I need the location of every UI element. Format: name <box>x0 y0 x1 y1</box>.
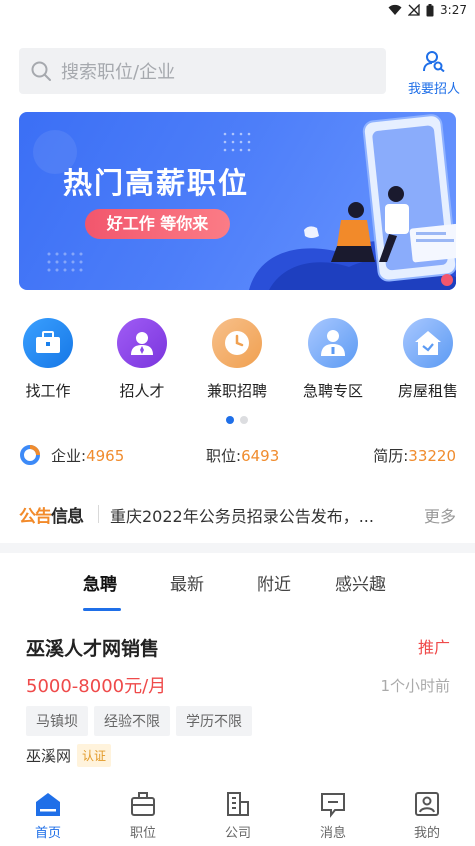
notice-divider <box>98 505 99 523</box>
menu-item-housing[interactable]: 房屋租售 <box>388 318 468 401</box>
nav-company[interactable]: 公司 <box>198 790 278 841</box>
nav-label: 职位 <box>129 826 156 841</box>
recruit-button[interactable]: 我要招人 <box>404 50 464 97</box>
nav-label: 公司 <box>224 826 251 841</box>
stat-resumes: 简历:33220 <box>373 445 456 466</box>
job-title: 巫溪人才网销售 <box>26 638 160 660</box>
person-search-icon <box>423 51 445 73</box>
banner-pill: 好工作 等你来 <box>85 209 230 239</box>
notice-more-link[interactable]: 更多 <box>424 503 456 527</box>
job-salary: 5000-8000元/月 <box>26 676 167 697</box>
menu-label: 兼职招聘 <box>206 382 267 400</box>
job-tag: 马镇坝 <box>26 706 88 736</box>
notice-logo-part2: 信息 <box>51 507 84 527</box>
briefcase-icon <box>23 318 73 368</box>
tab-active-indicator <box>83 608 121 611</box>
home-icon <box>36 793 60 816</box>
tab-urgent[interactable]: 急聘 <box>83 570 117 595</box>
stat-company-label: 企业: <box>51 447 87 465</box>
nav-label: 我的 <box>413 826 440 841</box>
person-tie-icon <box>117 318 167 368</box>
nav-messages[interactable]: 消息 <box>293 790 373 841</box>
menu-item-find-job[interactable]: 找工作 <box>8 318 88 401</box>
pager-dot-1[interactable] <box>226 416 234 424</box>
clock-icon <box>212 318 262 368</box>
battery-icon <box>426 3 434 16</box>
promo-banner[interactable]: 热门高薪职位 好工作 等你来 <box>19 112 456 290</box>
search-placeholder: 搜索职位/企业 <box>61 62 176 83</box>
message-icon <box>321 793 345 818</box>
wifi-icon <box>388 4 402 15</box>
tab-interested[interactable]: 感兴趣 <box>335 570 386 595</box>
menu-pager <box>226 416 248 424</box>
stat-jobs: 职位:6493 <box>206 445 279 466</box>
search-icon <box>31 61 51 81</box>
pager-dot-2[interactable] <box>240 416 248 424</box>
menu-label: 急聘专区 <box>302 382 363 400</box>
section-divider <box>0 543 475 553</box>
menu-item-urgent[interactable]: 急聘专区 <box>293 318 373 401</box>
job-time: 1个小时前 <box>380 677 450 695</box>
stat-resumes-label: 简历: <box>373 447 409 465</box>
building-icon <box>227 792 249 816</box>
notice-text[interactable]: 重庆2022年公务员招录公告发布，... <box>110 503 400 527</box>
stats-row: 企业:4965 职位:6493 简历:33220 <box>19 444 456 468</box>
stat-jobs-value: 6493 <box>241 447 280 465</box>
menu-item-part-time[interactable]: 兼职招聘 <box>197 318 277 401</box>
stat-company: 企业:4965 <box>51 445 124 466</box>
nav-label: 消息 <box>319 826 346 841</box>
banner-title: 热门高薪职位 <box>63 166 250 200</box>
nav-jobs[interactable]: 职位 <box>103 790 183 841</box>
job-tag: 经验不限 <box>94 706 170 736</box>
search-input[interactable]: 搜索职位/企业 <box>19 48 386 94</box>
person-info-icon <box>308 318 358 368</box>
job-tags: 马镇坝 经验不限 学历不限 <box>26 706 252 736</box>
bottom-nav: 首页 职位 公司 消息 我的 <box>0 782 475 846</box>
job-company-name: 巫溪网 <box>26 747 72 765</box>
status-bar: 3:27 <box>0 0 475 22</box>
job-tag: 学历不限 <box>176 706 252 736</box>
job-card[interactable]: 巫溪人才网销售 推广 5000-8000元/月 1个小时前 马镇坝 经验不限 学… <box>26 626 450 776</box>
job-tabs: 急聘 最新 附近 感兴趣 <box>0 560 475 612</box>
recruit-button-label: 我要招人 <box>407 82 460 97</box>
status-time: 3:27 <box>440 3 467 17</box>
stat-company-value: 4965 <box>86 447 125 465</box>
signal-off-icon <box>408 4 420 16</box>
tab-nearby[interactable]: 附近 <box>257 570 291 595</box>
stat-resumes-value: 33220 <box>408 447 456 465</box>
menu-item-hire[interactable]: 招人才 <box>102 318 182 401</box>
house-icon <box>403 318 453 368</box>
menu-label: 找工作 <box>25 382 71 400</box>
notice-logo-part1: 公告 <box>19 507 52 527</box>
briefcase-icon <box>131 792 155 816</box>
notice-logo: 公告信息 <box>19 502 84 527</box>
job-promo-badge: 推广 <box>417 638 450 657</box>
tab-latest[interactable]: 最新 <box>170 570 204 595</box>
stats-logo-icon <box>20 445 40 465</box>
job-company: 巫溪网 认证 <box>26 744 112 767</box>
menu-label: 招人才 <box>119 382 165 400</box>
notice-bar[interactable]: 公告信息 重庆2022年公务员招录公告发布，... 更多 <box>0 490 475 538</box>
stat-jobs-label: 职位: <box>206 447 242 465</box>
quick-menu: 找工作 招人才 兼职招聘 急聘专区 房屋租售 <box>0 318 475 408</box>
profile-icon <box>415 792 439 816</box>
nav-label: 首页 <box>34 826 61 841</box>
nav-home[interactable]: 首页 <box>8 790 88 841</box>
search-row: 搜索职位/企业 我要招人 <box>19 48 464 97</box>
menu-label: 房屋租售 <box>397 382 458 400</box>
job-cert-badge: 认证 <box>77 744 112 767</box>
nav-profile[interactable]: 我的 <box>387 790 467 841</box>
